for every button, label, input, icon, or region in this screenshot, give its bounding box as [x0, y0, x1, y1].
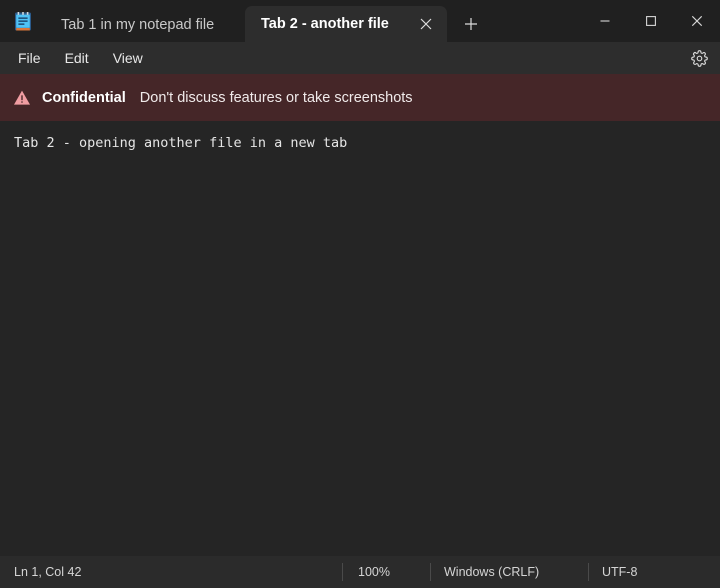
minimize-icon[interactable] [582, 0, 628, 42]
close-icon[interactable] [674, 0, 720, 42]
menu-item-edit[interactable]: Edit [54, 45, 100, 71]
maximize-icon[interactable] [628, 0, 674, 42]
tab-2-label: Tab 2 - another file [261, 16, 389, 32]
title-bar: Tab 1 in my notepad file Tab 2 - another… [0, 0, 720, 42]
confidential-banner: Confidential Don't discuss features or t… [0, 74, 720, 121]
tab-1-label: Tab 1 in my notepad file [61, 17, 214, 33]
tab-2[interactable]: Tab 2 - another file [245, 6, 447, 42]
status-divider-3 [588, 563, 589, 581]
editor-content[interactable]: Tab 2 - opening another file in a new ta… [14, 134, 710, 153]
banner-title: Confidential [42, 90, 126, 106]
close-tab-icon[interactable] [415, 13, 437, 35]
menu-item-view[interactable]: View [102, 45, 154, 71]
menu-bar: File Edit View [0, 42, 720, 74]
status-bar: Ln 1, Col 42 100% Windows (CRLF) UTF-8 [0, 556, 720, 588]
status-line-ending[interactable]: Windows (CRLF) [444, 556, 539, 588]
status-cursor-position[interactable]: Ln 1, Col 42 [14, 556, 81, 588]
status-zoom[interactable]: 100% [358, 556, 390, 588]
menu-item-file[interactable]: File [7, 45, 52, 71]
status-divider-2 [430, 563, 431, 581]
warning-triangle-icon [13, 89, 31, 107]
notepad-icon [13, 11, 33, 32]
window-controls [582, 0, 720, 42]
gear-icon[interactable] [686, 45, 712, 71]
notepad-window: Tab 1 in my notepad file Tab 2 - another… [0, 0, 720, 588]
text-editor-area[interactable]: Tab 2 - opening another file in a new ta… [0, 121, 720, 556]
tab-strip: Tab 1 in my notepad file Tab 2 - another… [45, 0, 486, 42]
status-encoding[interactable]: UTF-8 [602, 556, 637, 588]
status-divider-1 [342, 563, 343, 581]
tab-1[interactable]: Tab 1 in my notepad file [45, 8, 245, 42]
new-tab-icon[interactable] [456, 9, 486, 39]
banner-message: Don't discuss features or take screensho… [140, 90, 413, 106]
